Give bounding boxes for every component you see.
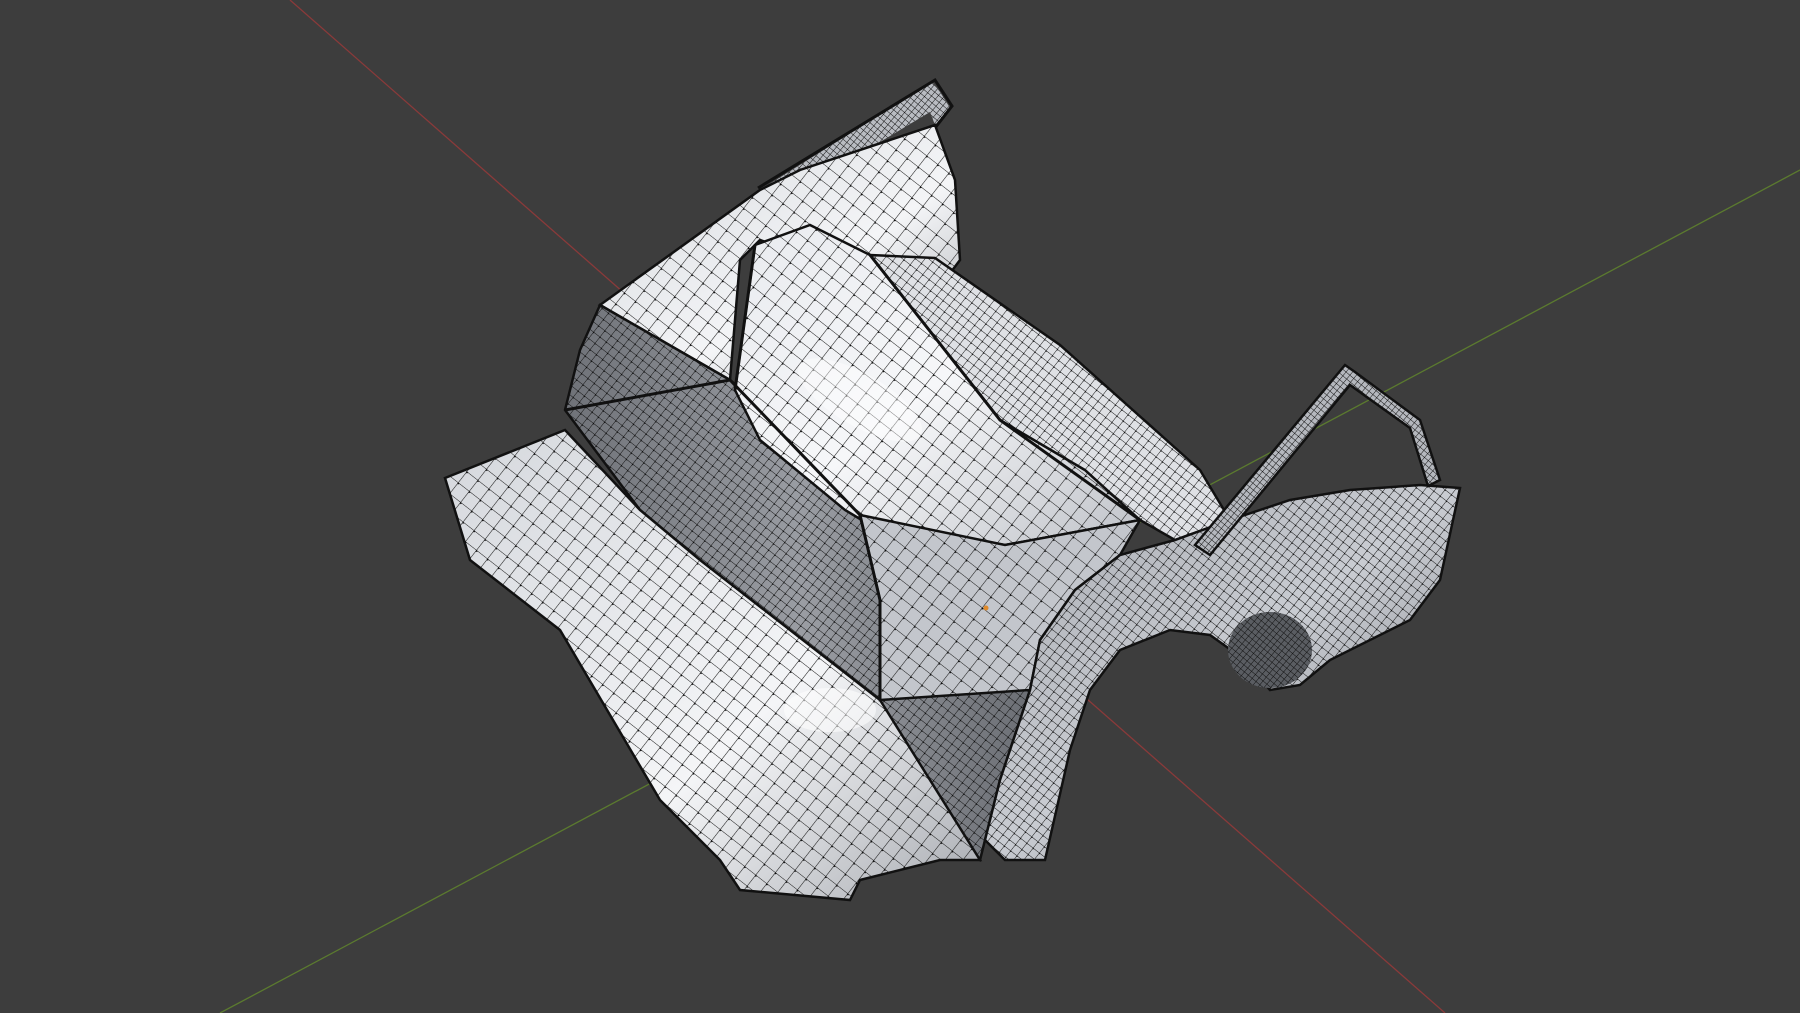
3d-viewport[interactable] bbox=[0, 0, 1800, 1013]
origin-point bbox=[983, 605, 989, 611]
car-body-wireframe[interactable] bbox=[443, 77, 1462, 902]
viewport-canvas[interactable] bbox=[0, 0, 1800, 1013]
